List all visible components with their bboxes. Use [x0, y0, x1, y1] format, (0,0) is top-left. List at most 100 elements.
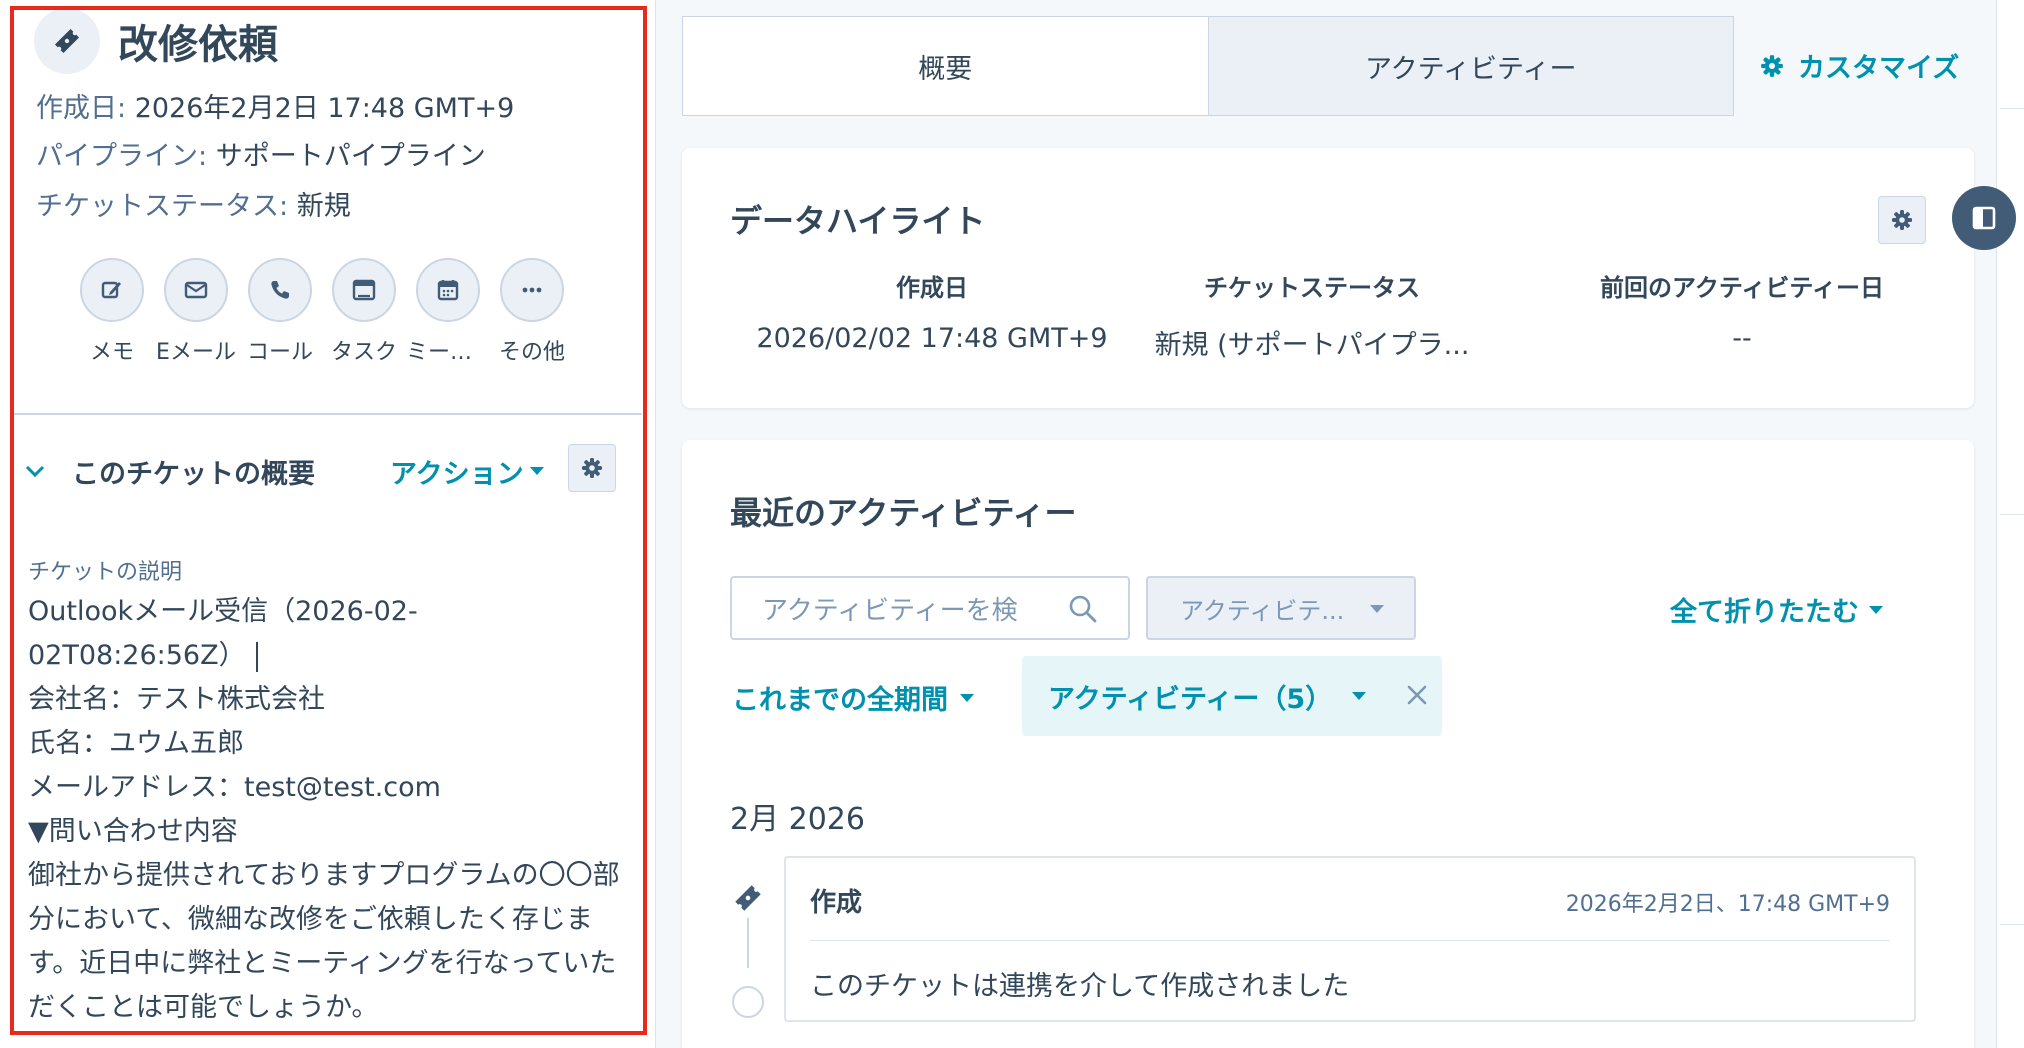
- ticket-icon: [735, 885, 761, 911]
- description-line: 氏名：ユウム五郎: [28, 728, 244, 759]
- activity-filter-label: アクティビティー（5）: [1048, 683, 1333, 715]
- edit-icon[interactable]: [80, 258, 144, 322]
- timeline-entry-body: このチケットは連携を介して作成されました: [810, 971, 1350, 1002]
- timeline-entry[interactable]: 作成 2026年2月2日、17:48 GMT+9 このチケットは連携を介して作成…: [784, 856, 1916, 1022]
- description-line: メールアドレス：test@test.com: [28, 772, 441, 803]
- email-icon[interactable]: [164, 258, 228, 322]
- ticket-status-value[interactable]: 新規: [297, 191, 351, 222]
- data-highlights-card: データハイライト 作成日 2026/02/02 17:48 GMT+9 チケット…: [682, 148, 1974, 408]
- caret-down-icon: [1370, 605, 1384, 613]
- caret-down-icon: [1869, 605, 1883, 614]
- activity-search-placeholder: アクティビティーを検: [762, 595, 1018, 626]
- highlight-value: --: [1732, 323, 1752, 354]
- gear-icon: [1761, 54, 1783, 77]
- more-action[interactable]: その他: [490, 258, 574, 366]
- about-actions-dropdown[interactable]: アクション: [390, 452, 544, 491]
- ticket-status-row: チケットステータス: 新規: [36, 184, 351, 223]
- caret-down-icon: [529, 467, 544, 475]
- timeline-entry-timestamp: 2026年2月2日、17:48 GMT+9: [1565, 892, 1890, 917]
- description-line-with-cursor: 02T08:26:56Z）: [28, 634, 628, 678]
- created-date-label: 作成日:: [36, 93, 127, 124]
- record-title: 改修依頼: [118, 22, 278, 68]
- pipeline-row: パイプライン: サポートパイプライン: [36, 134, 486, 173]
- record-tabs: 概要 アクティビティー: [682, 16, 1734, 116]
- about-section-header[interactable]: このチケットの概要 アクション: [20, 444, 620, 498]
- more-icon[interactable]: [500, 258, 564, 322]
- activity-filter-chip[interactable]: アクティビティー（5）: [1022, 656, 1442, 736]
- activity-search-input[interactable]: アクティビティーを検: [730, 576, 1130, 640]
- highlight-last-activity: 前回のアクティビティー日 --: [1552, 268, 1932, 354]
- call-action-label: コール: [246, 340, 313, 365]
- text-cursor: [255, 641, 258, 672]
- highlight-label: チケットステータス: [1204, 274, 1420, 302]
- chevron-down-icon[interactable]: [20, 456, 50, 486]
- highlight-created-date: 作成日 2026/02/02 17:48 GMT+9: [752, 268, 1112, 354]
- sidebar-toggle-button[interactable]: [1952, 186, 2016, 250]
- phone-icon[interactable]: [248, 258, 312, 322]
- pipeline-label: パイプライン:: [36, 141, 208, 172]
- email-action-label: Eメール: [156, 340, 236, 365]
- left-sidebar: 改修依頼 作成日: 2026年2月2日 17:48 GMT+9 パイプライン: …: [0, 0, 656, 1048]
- close-icon[interactable]: [1402, 680, 1432, 710]
- pipeline-value[interactable]: サポートパイプライン: [216, 141, 486, 172]
- highlights-settings-button[interactable]: [1878, 196, 1926, 244]
- timeline-entry-divider: [810, 940, 1890, 941]
- about-settings-button[interactable]: [568, 444, 616, 492]
- customize-button[interactable]: カスタマイズ: [1760, 46, 1959, 85]
- search-icon: [1069, 595, 1097, 623]
- created-date-value: 2026年2月2日 17:48 GMT+9: [134, 93, 515, 124]
- data-highlights-title: データハイライト: [730, 202, 986, 240]
- description-label: チケットの説明: [28, 560, 183, 585]
- activity-type-value: アクティビテ...: [1180, 596, 1345, 625]
- collapse-all-dropdown[interactable]: 全て折りたたむ: [1670, 590, 1883, 629]
- email-action[interactable]: Eメール: [154, 258, 238, 366]
- edge-divider: [2000, 924, 2024, 925]
- highlight-value: 新規 (サポートパイプラ...: [1154, 330, 1470, 361]
- caret-down-icon: [960, 693, 974, 702]
- task-action-label: タスク: [330, 340, 397, 365]
- description-line: 会社名：テスト株式会社: [28, 684, 325, 715]
- recent-activity-card: 最近のアクティビティー アクティビティーを検 アクティビテ... 全て折りたたむ…: [682, 440, 1974, 1048]
- highlight-label: 前回のアクティビティー日: [1600, 274, 1884, 302]
- edge-divider: [2000, 108, 2024, 109]
- recent-activity-title: 最近のアクティビティー: [730, 494, 1077, 532]
- tab-activity[interactable]: アクティビティー: [1209, 17, 1734, 115]
- more-action-label: その他: [498, 340, 565, 365]
- caret-down-icon: [1352, 692, 1367, 700]
- highlight-ticket-status: チケットステータス 新規 (サポートパイプラ...: [1142, 268, 1482, 362]
- gear-icon: [582, 458, 602, 478]
- description-line: 御社から提供されておりますプログラムの〇〇部分において、微細な改修をご依頼したく…: [28, 860, 620, 1023]
- ticket-icon: [34, 8, 100, 74]
- meeting-action[interactable]: ミーティング: [406, 258, 490, 366]
- highlight-value: 2026/02/02 17:48 GMT+9: [756, 323, 1108, 354]
- timeline-node: [732, 986, 764, 1018]
- description-line: ▼問い合わせ内容: [28, 816, 238, 847]
- meeting-action-label: ミーティング: [406, 340, 490, 365]
- timeline-entry-title: 作成: [810, 888, 863, 918]
- created-date-row: 作成日: 2026年2月2日 17:48 GMT+9: [36, 86, 514, 125]
- section-divider: [14, 413, 642, 415]
- timeline-connector: [747, 918, 749, 968]
- activity-type-select[interactable]: アクティビテ...: [1146, 576, 1416, 640]
- call-action[interactable]: コール: [238, 258, 322, 366]
- panel-icon: [1972, 206, 1996, 230]
- edge-divider: [2000, 514, 2024, 515]
- note-action-label: メモ: [89, 340, 134, 365]
- description-field[interactable]: Outlookメール受信（2026-02- 02T08:26:56Z） 会社名：…: [28, 590, 628, 1030]
- note-action[interactable]: メモ: [70, 258, 154, 366]
- quick-actions-bar: メモ Eメール コール タスク ミーティング: [70, 258, 574, 366]
- gear-icon: [1892, 210, 1912, 230]
- date-range-dropdown[interactable]: これまでの全期間: [732, 678, 974, 717]
- tab-overview[interactable]: 概要: [683, 17, 1209, 115]
- timeline-month-header: 2月 2026: [730, 802, 865, 837]
- record-header: 改修依頼: [34, 8, 278, 74]
- date-range-label: これまでの全期間: [732, 685, 948, 716]
- description-line: 02T08:26:56Z）: [28, 640, 246, 671]
- task-icon[interactable]: [332, 258, 396, 322]
- task-action[interactable]: タスク: [322, 258, 406, 366]
- about-section-title: このチケットの概要: [72, 458, 315, 490]
- right-edge-panel: [1996, 0, 2024, 1048]
- ticket-status-label: チケットステータス:: [36, 191, 289, 222]
- calendar-icon[interactable]: [416, 258, 480, 322]
- about-actions-label: アクション: [390, 458, 524, 490]
